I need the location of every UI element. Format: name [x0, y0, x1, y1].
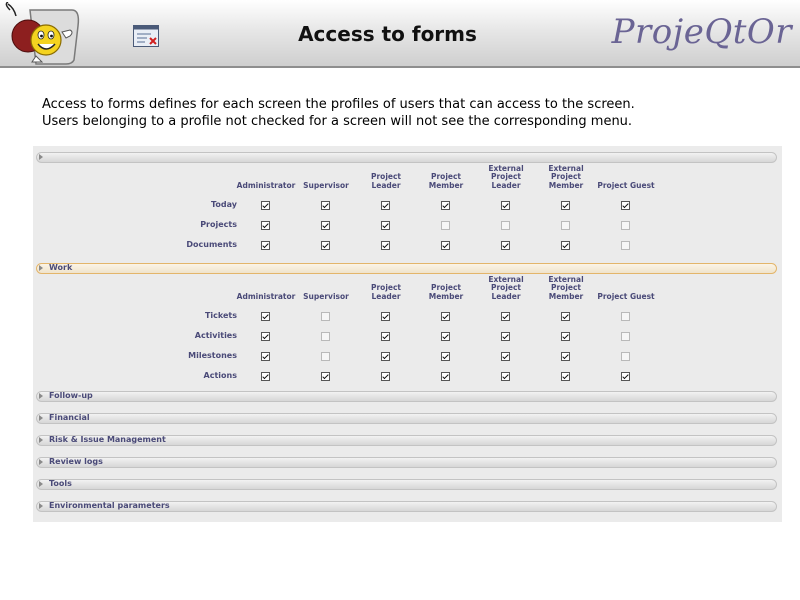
section-header[interactable]: Review logs: [36, 457, 777, 468]
section-label: Tools: [49, 479, 72, 488]
access-checkbox[interactable]: [261, 221, 270, 230]
access-checkbox[interactable]: [501, 201, 510, 210]
access-checkbox[interactable]: [561, 372, 570, 381]
section-label: Financial: [49, 413, 90, 422]
expand-arrow-icon: [39, 265, 43, 271]
access-checkbox[interactable]: [381, 312, 390, 321]
access-checkbox[interactable]: [501, 372, 510, 381]
expand-arrow-icon: [39, 503, 43, 509]
access-checkbox[interactable]: [321, 332, 330, 341]
access-checkbox[interactable]: [501, 312, 510, 321]
access-checkbox[interactable]: [621, 332, 630, 341]
access-checkbox[interactable]: [321, 221, 330, 230]
access-checkbox[interactable]: [381, 332, 390, 341]
section-header[interactable]: Financial: [36, 413, 777, 424]
access-checkbox[interactable]: [441, 241, 450, 250]
access-checkbox[interactable]: [501, 241, 510, 250]
expand-arrow-icon: [39, 415, 43, 421]
access-checkbox[interactable]: [381, 372, 390, 381]
access-checkbox[interactable]: [321, 312, 330, 321]
access-checkbox[interactable]: [441, 221, 450, 230]
row-label-milestones: Milestones: [188, 351, 237, 360]
row-label-tickets: Tickets: [204, 311, 237, 320]
access-checkbox[interactable]: [381, 241, 390, 250]
section-label: Work: [49, 263, 73, 272]
section-header[interactable]: Follow-up: [36, 391, 777, 402]
access-checkbox[interactable]: [321, 201, 330, 210]
expand-arrow-icon: [39, 437, 43, 443]
access-checkbox[interactable]: [621, 372, 630, 381]
section-header[interactable]: Environmental parameters: [36, 501, 777, 512]
row-label-activities: Activities: [194, 331, 237, 340]
intro-line-2: Users belonging to a profile not checked…: [42, 114, 633, 129]
expand-arrow-icon: [39, 393, 43, 399]
access-checkbox[interactable]: [441, 352, 450, 361]
access-checkbox[interactable]: [501, 221, 510, 230]
column-header: Project Guest: [597, 291, 655, 301]
section-header[interactable]: Risk & Issue Management: [36, 435, 777, 446]
access-checkbox[interactable]: [561, 221, 570, 230]
row-label-actions: Actions: [203, 371, 237, 380]
brand-logo-text: ProjeQtOr: [611, 12, 792, 52]
access-checkbox[interactable]: [261, 241, 270, 250]
row-label-projects: Projects: [200, 220, 237, 229]
column-header: Project Guest: [597, 180, 655, 190]
access-checkbox[interactable]: [261, 372, 270, 381]
expand-arrow-icon: [39, 154, 43, 160]
access-checkbox[interactable]: [261, 201, 270, 210]
intro-line-1: Access to forms defines for each screen …: [42, 97, 635, 112]
access-checkbox[interactable]: [621, 221, 630, 230]
app-header: Access to forms ProjeQtOr: [0, 0, 800, 68]
section-label: Risk & Issue Management: [49, 435, 166, 444]
access-checkbox[interactable]: [261, 352, 270, 361]
access-checkbox[interactable]: [561, 201, 570, 210]
expand-arrow-icon: [39, 459, 43, 465]
access-checkbox[interactable]: [261, 332, 270, 341]
section-header[interactable]: Work: [36, 263, 777, 274]
row-label-today: Today: [211, 200, 237, 209]
access-checkbox[interactable]: [381, 221, 390, 230]
access-checkbox[interactable]: [321, 241, 330, 250]
access-checkbox[interactable]: [561, 332, 570, 341]
access-checkbox[interactable]: [321, 372, 330, 381]
access-checkbox[interactable]: [561, 312, 570, 321]
access-checkbox[interactable]: [441, 372, 450, 381]
intro-text: Access to forms defines for each screen …: [42, 96, 635, 130]
access-checkbox[interactable]: [381, 201, 390, 210]
access-checkbox[interactable]: [321, 352, 330, 361]
access-checkbox[interactable]: [621, 352, 630, 361]
section-header[interactable]: Tools: [36, 479, 777, 490]
access-checkbox[interactable]: [501, 332, 510, 341]
access-checkbox[interactable]: [381, 352, 390, 361]
access-checkbox[interactable]: [261, 312, 270, 321]
section-label: Environmental parameters: [49, 501, 170, 510]
access-checkbox[interactable]: [441, 332, 450, 341]
section-label: Follow-up: [49, 391, 93, 400]
section-header[interactable]: [36, 152, 777, 163]
row-label-documents: Documents: [186, 240, 237, 249]
access-checkbox[interactable]: [621, 201, 630, 210]
access-panel: Administrator Supervisor Project Leader Proj…: [33, 146, 782, 522]
access-checkbox[interactable]: [441, 201, 450, 210]
access-checkbox[interactable]: [561, 352, 570, 361]
section-label: Review logs: [49, 457, 103, 466]
access-checkbox[interactable]: [501, 352, 510, 361]
access-checkbox[interactable]: [441, 312, 450, 321]
access-checkbox[interactable]: [561, 241, 570, 250]
access-checkbox[interactable]: [621, 312, 630, 321]
expand-arrow-icon: [39, 481, 43, 487]
access-checkbox[interactable]: [621, 241, 630, 250]
